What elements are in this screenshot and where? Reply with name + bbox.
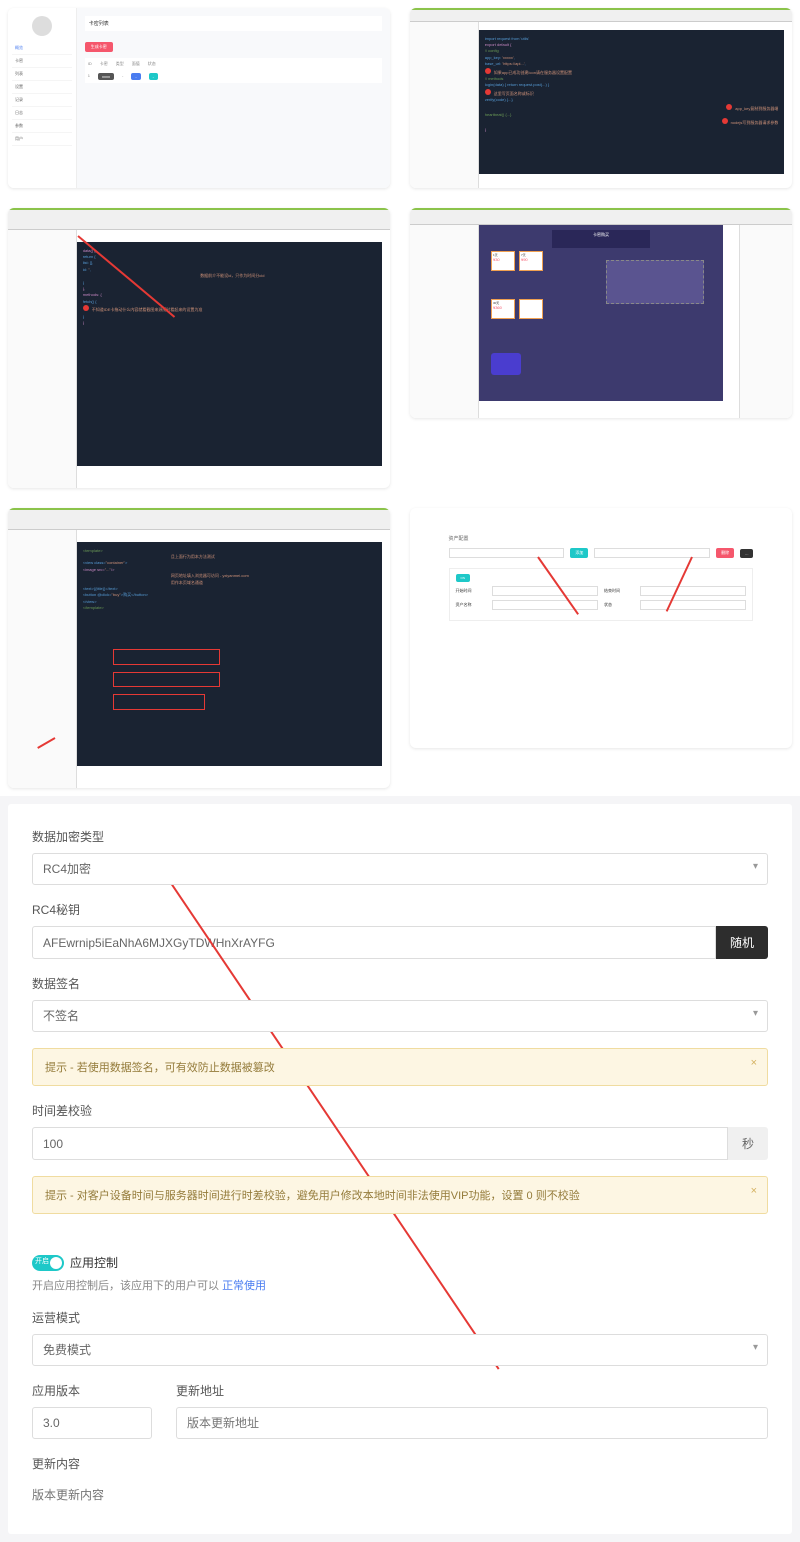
ide-toolbar [410,208,792,225]
del-button[interactable]: 删除 [716,548,734,558]
settings-form: 数据加密类型 RC4加密 RC4秘钥 随机 数据签名 不签名 提示 - 若使用数… [8,804,792,1534]
component-tree [410,225,479,418]
screenshot-grid: 概览 卡密 列表 设置 记录 日志 参数 用户 卡密列表 生成卡密 ID卡密类型… [0,0,800,796]
admin-header: 卡密列表 [85,16,382,31]
close-icon[interactable]: × [751,1185,757,1197]
app-control-hint: 开启应用控制后，该应用下的用户可以 正常使用 [32,1277,768,1293]
ide-toolbar [8,508,390,530]
thumb-admin-panel: 概览 卡密 列表 设置 记录 日志 参数 用户 卡密列表 生成卡密 ID卡密类型… [8,8,390,188]
random-button[interactable]: 随机 [716,926,768,959]
generate-button[interactable]: 生成卡密 [85,42,113,52]
placeholder-box [606,260,704,304]
nav-item[interactable]: 记录 [12,94,72,107]
mode-label: 运营模式 [32,1309,768,1326]
table-row: 1xxxx--- [85,70,382,83]
alert-sign: 提示 - 若使用数据签名，可有效防止数据被篡改 × [32,1048,768,1086]
avatar [32,16,52,36]
app-control-label: 应用控制 [70,1254,118,1271]
nav-item[interactable]: 参数 [12,120,72,133]
code-hint: 不知道IDE卡拖动什么内容就看截图来源随时看起来的设置为准 [92,307,203,312]
ide-file-tree [8,230,77,488]
table-header-row: ID卡密类型面值状态 [85,58,382,70]
code-editor: <template> 且上面行为用本方法测试 <view class="cont… [77,542,383,766]
time-diff-input[interactable] [32,1127,728,1160]
time-diff-label: 时间差校验 [32,1102,768,1119]
canvas-title: 卡密购买 [552,230,650,248]
form-title: 资产配置 [449,535,754,542]
nav-item[interactable]: 用户 [12,133,72,146]
ide-file-tree [8,530,77,788]
sign-select[interactable]: 不签名 [32,1000,768,1032]
admin-sidebar: 概览 卡密 列表 设置 记录 日志 参数 用户 [8,8,77,188]
code-editor: import request from 'utils' export defau… [479,30,785,174]
nav-item[interactable]: 日志 [12,107,72,120]
hint-link[interactable]: 正常使用 [222,1280,266,1292]
thumb-ide-code-2: data() { return { list: [], id: '', 数据前介… [8,208,390,488]
price-cards: 1天¥30 7天¥90 [491,251,543,271]
nav-item[interactable]: 设置 [12,81,72,94]
version-input[interactable] [32,1407,152,1439]
property-panel [739,225,792,418]
update-url-input[interactable] [176,1407,768,1439]
ide-toolbar [410,8,792,22]
admin-main: 卡密列表 生成卡密 ID卡密类型面值状态 1xxxx--- [77,8,390,188]
code-annotation: 这里写页面名称或标识 [494,91,534,96]
ide-file-tree [410,22,479,188]
sign-label: 数据签名 [32,975,768,992]
input-field[interactable] [449,548,565,558]
app-control-toggle[interactable]: 开启 [32,1255,64,1271]
thumb-ide-code-1: import request from 'utils' export defau… [410,8,792,188]
update-content-input[interactable] [32,1480,768,1510]
update-url-label: 更新地址 [176,1382,768,1399]
code-annotation: app_key复制到服务器端 [735,106,778,111]
add-button[interactable]: 添加 [570,548,588,558]
design-canvas: 卡密购买 1天¥30 7天¥90 30天¥360 [479,225,724,401]
mode-select[interactable]: 免费模式 [32,1334,768,1366]
thumb-form-config: 资产配置 添加 删除 ... ON 开始时间 结束时间 资产名称 状态 [410,508,792,748]
thumb-ui-designer: 卡密购买 1天¥30 7天¥90 30天¥360 [410,208,792,418]
encrypt-type-select[interactable]: RC4加密 [32,853,768,885]
alert-time: 提示 - 对客户设备时间与服务器时间进行时差校验，避免用户修改本地时间非法使用V… [32,1176,768,1214]
code-annotation: 如果app已成功创建Icon请在服务器设置配置 [494,70,572,75]
qr-widget [491,353,521,375]
code-annotation: nodejs写到服务器请求参数 [731,120,779,125]
nav-item[interactable]: 列表 [12,68,72,81]
rc4-key-label: RC4秘钥 [32,901,768,918]
thumb-ide-code-3: <template> 且上面行为用本方法测试 <view class="cont… [8,508,390,788]
unit-addon: 秒 [728,1127,768,1160]
ide-toolbar [8,208,390,230]
action-button[interactable]: ... [740,549,753,558]
nav-item[interactable]: 卡密 [12,55,72,68]
nav-item[interactable]: 概览 [12,42,72,55]
encrypt-type-label: 数据加密类型 [32,828,768,845]
version-label: 应用版本 [32,1382,152,1399]
update-content-label: 更新内容 [32,1455,768,1472]
rc4-key-input[interactable] [32,926,716,959]
close-icon[interactable]: × [751,1057,757,1069]
